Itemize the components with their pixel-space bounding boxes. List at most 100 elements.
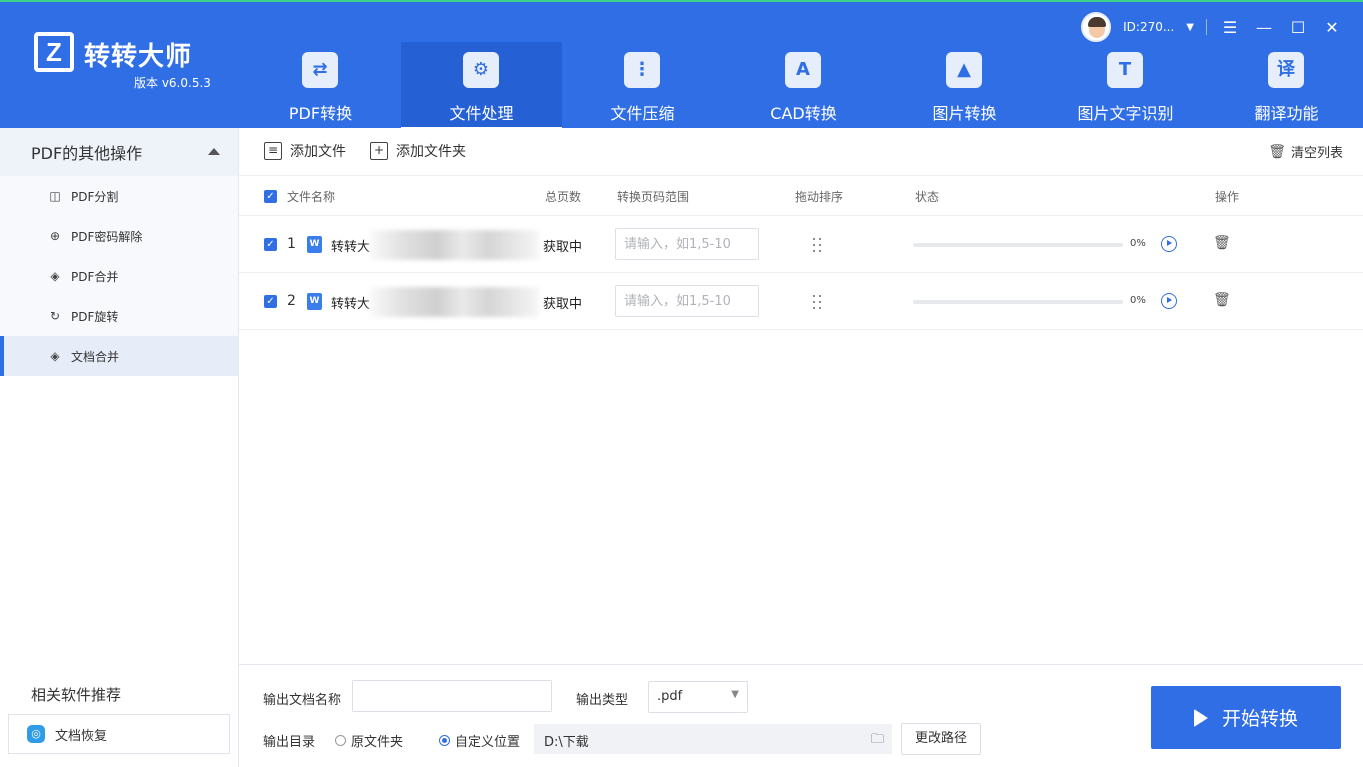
start-convert-button[interactable]: 开始转换 xyxy=(1151,686,1341,749)
row-index: 1 xyxy=(287,236,296,252)
pdf-convert-icon: ⇄ xyxy=(302,52,338,88)
radio-original-folder[interactable]: 原文件夹 xyxy=(335,731,403,750)
ocr-icon: T xyxy=(1107,52,1143,88)
output-type-select[interactable]: .pdf ▼ xyxy=(648,681,748,713)
page-range-input[interactable] xyxy=(615,228,759,260)
clear-list-label: 清空列表 xyxy=(1290,146,1343,161)
related-item-doc-recovery[interactable]: ◎ 文档恢复 xyxy=(8,714,230,754)
col-drag: 拖动排序 xyxy=(795,190,844,204)
table-header: ✓ 文件名称 总页数 转换页码范围 拖动排序 状态 操作 xyxy=(239,176,1363,216)
radio-custom-location[interactable]: 自定义位置 xyxy=(439,731,520,750)
menu-icon[interactable]: ☰ xyxy=(1219,16,1241,38)
radio-label: 自定义位置 xyxy=(455,735,521,750)
sidebar-item-pdf-unlock[interactable]: ⊕ PDF密码解除 xyxy=(0,216,238,256)
close-icon[interactable]: ✕ xyxy=(1321,16,1343,38)
rotate-icon: ↻ xyxy=(49,309,61,323)
output-path: D:\下载 xyxy=(544,735,589,750)
add-file-icon: ≡ xyxy=(264,142,282,160)
tab-label: 文件压缩 xyxy=(610,104,675,123)
minimize-icon[interactable]: — xyxy=(1253,16,1275,38)
sidebar-section-title: PDF的其他操作 xyxy=(31,144,143,163)
tab-cad-convert[interactable]: A CAD转换 xyxy=(723,42,884,130)
output-path-field[interactable]: D:\下载 🗀 xyxy=(534,724,892,754)
clear-list-button[interactable]: 🗑 清空列表 xyxy=(1268,142,1343,162)
word-file-icon: W xyxy=(307,236,322,253)
user-id[interactable]: ID:270... xyxy=(1123,20,1174,34)
tab-translate[interactable]: 译 翻译功能 xyxy=(1206,42,1363,130)
maximize-icon[interactable]: ☐ xyxy=(1287,16,1309,38)
play-icon[interactable] xyxy=(1161,236,1177,252)
select-all-checkbox[interactable]: ✓ xyxy=(264,190,277,203)
main-nav: ⇄ PDF转换 ⚙ 文件处理 ⋮ 文件压缩 A CAD转换 ▲ 图片转换 T 图… xyxy=(240,42,1363,130)
image-convert-icon: ▲ xyxy=(946,52,982,88)
output-name-input[interactable] xyxy=(352,680,552,712)
start-convert-label: 开始转换 xyxy=(1221,708,1298,730)
sidebar-item-doc-merge[interactable]: ◈ 文档合并 xyxy=(0,336,238,376)
progress-text: 0% xyxy=(1130,238,1146,249)
col-action: 操作 xyxy=(1215,190,1240,204)
tab-label: 文件处理 xyxy=(449,104,514,123)
layers-icon: ◈ xyxy=(50,349,60,363)
cad-icon: A xyxy=(785,52,821,88)
tab-file-process[interactable]: ⚙ 文件处理 xyxy=(401,42,562,130)
drag-handle-icon[interactable] xyxy=(809,236,825,254)
output-type-label: 输出类型 xyxy=(576,693,629,708)
row-checkbox[interactable]: ✓ xyxy=(264,238,277,251)
progress-bar xyxy=(913,243,1123,247)
page-count: 获取中 xyxy=(543,240,583,255)
tab-pdf-convert[interactable]: ⇄ PDF转换 xyxy=(240,42,401,130)
tab-ocr[interactable]: T 图片文字识别 xyxy=(1045,42,1206,130)
tab-label: 图片转换 xyxy=(932,104,997,123)
table-row[interactable]: ✓ 1 W 转转大 获取中 0% 🗑 xyxy=(239,216,1363,273)
progress-text: 0% xyxy=(1130,295,1146,306)
tab-label: CAD转换 xyxy=(770,104,837,123)
sidebar-item-label: PDF密码解除 xyxy=(71,229,143,244)
sidebar-item-pdf-split[interactable]: ◫ PDF分割 xyxy=(0,176,238,216)
chevron-down-icon: ▼ xyxy=(731,689,739,700)
folder-icon[interactable]: 🗀 xyxy=(871,730,884,752)
progress-bar xyxy=(913,300,1123,304)
add-file-button[interactable]: ≡ 添加文件 xyxy=(264,141,346,161)
output-name-label: 输出文档名称 xyxy=(263,693,342,708)
collapse-arrow-icon[interactable] xyxy=(208,148,220,155)
tab-label: PDF转换 xyxy=(288,104,353,123)
trash-icon[interactable]: 🗑 xyxy=(1213,235,1231,251)
page-range-input[interactable] xyxy=(615,285,759,317)
sidebar-item-pdf-merge[interactable]: ◈ PDF合并 xyxy=(0,256,238,296)
row-index: 2 xyxy=(287,293,296,309)
change-path-button[interactable]: 更改路径 xyxy=(901,723,981,755)
related-software-title: 相关软件推荐 xyxy=(31,686,122,704)
file-compress-icon: ⋮ xyxy=(624,52,660,88)
app-title: 转转大师 xyxy=(84,42,193,72)
app-header: Z 转转大师 版本 v6.0.5.3 ID:270... ▼ ☰ — ☐ ✕ ⇄… xyxy=(0,0,1363,130)
sidebar: PDF的其他操作 ◫ PDF分割 ⊕ PDF密码解除 ◈ PDF合并 ↻ PDF… xyxy=(0,128,239,767)
app-logo: Z xyxy=(34,32,74,72)
logo-letter: Z xyxy=(38,36,70,68)
radio-dot xyxy=(439,735,450,746)
sidebar-section-header[interactable]: PDF的其他操作 xyxy=(0,128,238,176)
output-dir-label: 输出目录 xyxy=(263,735,316,750)
avatar[interactable] xyxy=(1081,12,1112,42)
add-folder-button[interactable]: + 添加文件夹 xyxy=(370,141,466,161)
radio-label: 原文件夹 xyxy=(351,735,404,750)
play-icon[interactable] xyxy=(1161,293,1177,309)
output-type-value: .pdf xyxy=(657,689,683,704)
related-item-label: 文档恢复 xyxy=(55,728,108,744)
add-file-label: 添加文件 xyxy=(290,144,346,160)
sidebar-item-label: 文档合并 xyxy=(71,349,120,364)
sidebar-item-pdf-rotate[interactable]: ↻ PDF旋转 xyxy=(0,296,238,336)
trash-icon: 🗑 xyxy=(1268,143,1286,160)
output-panel: 输出文档名称 输出类型 .pdf ▼ 输出目录 原文件夹 自定义位置 D:\下载… xyxy=(239,664,1363,767)
trash-icon[interactable]: 🗑 xyxy=(1213,292,1231,308)
row-checkbox[interactable]: ✓ xyxy=(264,295,277,308)
drag-handle-icon[interactable] xyxy=(809,293,825,311)
sidebar-item-label: PDF分割 xyxy=(71,189,119,204)
chevron-down-icon[interactable]: ▼ xyxy=(1186,22,1194,33)
tab-file-compress[interactable]: ⋮ 文件压缩 xyxy=(562,42,723,130)
blurred-filename xyxy=(369,287,539,317)
table-row[interactable]: ✓ 2 W 转转大 获取中 0% 🗑 xyxy=(239,273,1363,330)
tab-label: 图片文字识别 xyxy=(1077,104,1174,123)
tab-image-convert[interactable]: ▲ 图片转换 xyxy=(884,42,1045,130)
file-name: 转转大 xyxy=(331,240,371,255)
col-range: 转换页码范围 xyxy=(617,190,690,204)
